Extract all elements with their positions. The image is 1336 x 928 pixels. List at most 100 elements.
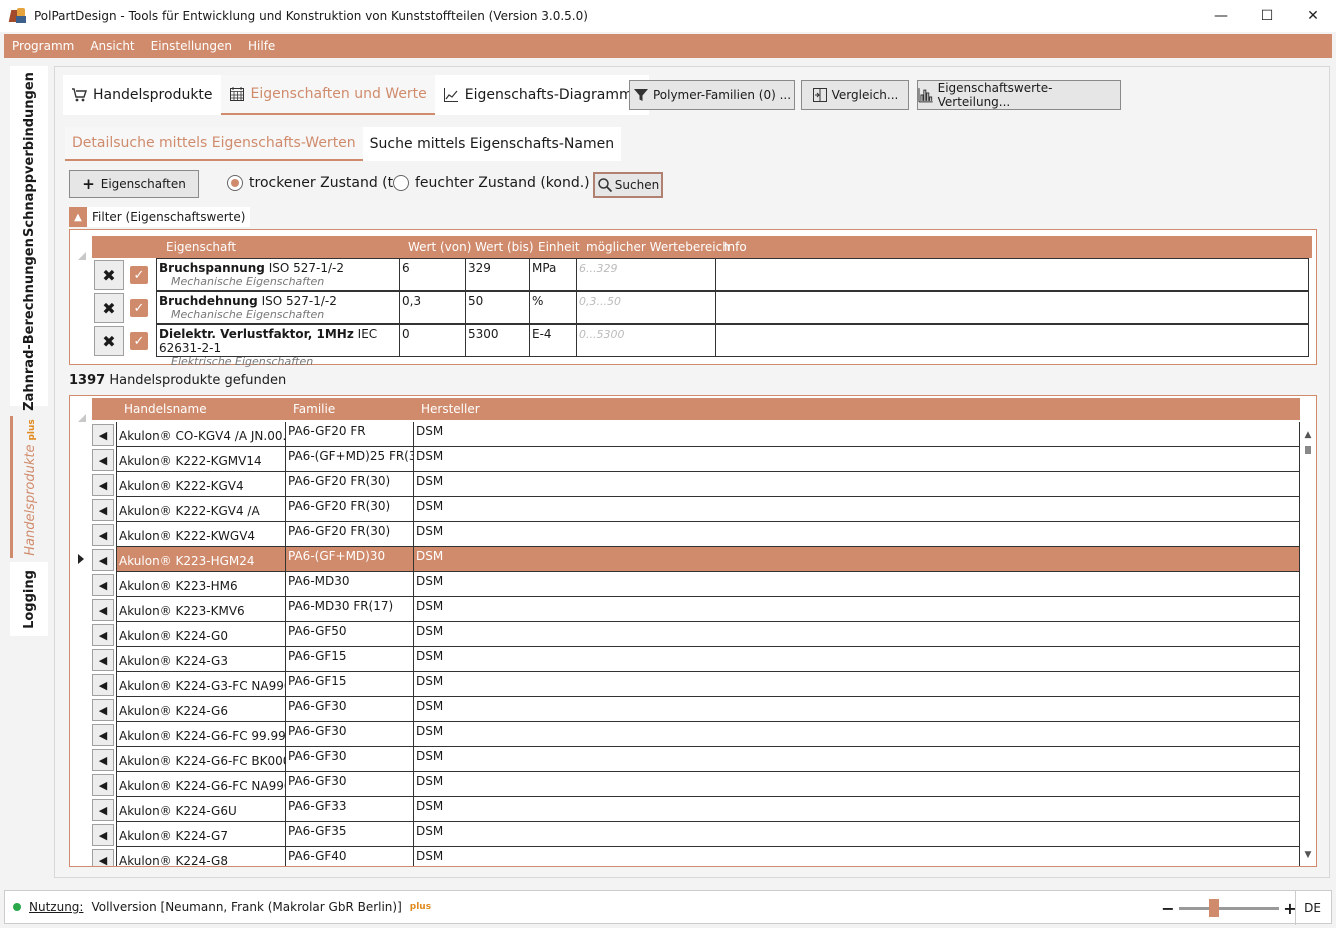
remove-filter-button[interactable]: ✖ [94,326,124,356]
value-from-cell[interactable]: 0 [399,324,465,357]
open-product-button[interactable]: ◀ [92,499,114,521]
menu-einstellungen[interactable]: Einstellungen [143,39,240,53]
table-row[interactable]: ◀ Akulon® K224-G6 PA6-GF30 DSM [92,697,1300,722]
table-row[interactable]: ◀ Akulon® CO-KGV4 /A JN.00.86 PA6-GF20 FR D… [92,422,1300,447]
menu-hilfe[interactable]: Hilfe [240,39,283,53]
zoom-slider[interactable] [1179,898,1279,917]
table-row[interactable]: ◀ Akulon® K223-HM6 PA6-MD30 DSM [92,572,1300,597]
side-tab-schnappverbindungen[interactable]: Schnappverbindungen [10,66,48,242]
menu-ansicht[interactable]: Ansicht [82,39,142,53]
open-product-button[interactable]: ◀ [92,474,114,496]
product-family-cell: PA6-GF20 FR(30) [285,497,413,522]
filter-enabled-checkbox[interactable]: ✓ [130,332,148,350]
add-properties-button[interactable]: + Eigenschaften [69,170,199,198]
scroll-down-icon[interactable]: ▼ [1302,850,1314,862]
table-row[interactable]: ◀ Akulon® K224-G6-FC BK00001PA6-GF30DSM [92,747,1300,772]
zoom-out-icon[interactable]: − [1161,899,1175,918]
info-cell [715,324,1309,357]
remove-filter-button[interactable]: ✖ [94,260,124,290]
table-row[interactable]: ◀ Akulon® K223-HGM24 PA6-(GF+MD)30 DSM [78,547,1300,572]
column-header: Wert (bis) [475,240,534,254]
table-row[interactable]: ◀ Akulon® K224-G3-FC NA99001PA6-GF15DSM [92,672,1300,697]
property-cell[interactable]: Bruchspannung ISO 527-1/-2 Mechanische E… [156,258,399,291]
button-label: Polymer-Familien (0) ... [652,88,792,102]
value-from-cell[interactable]: 6 [399,258,465,291]
side-tab-label: Logging [21,569,37,629]
radio-dry[interactable] [227,175,243,191]
open-product-button[interactable]: ◀ [92,824,114,846]
table-row[interactable]: ◀ Akulon® K222-KWGV4 PA6-GF20 FR(30) DSM [92,522,1300,547]
scroll-thumb[interactable] [1305,446,1311,454]
compare-button[interactable]: Vergleich... [801,80,909,110]
radio-wet[interactable] [393,175,409,191]
open-product-button[interactable]: ◀ [92,624,114,646]
filter-enabled-checkbox[interactable]: ✓ [130,266,148,284]
table-row[interactable]: ◀ Akulon® K224-G8 PA6-GF40 DSM [92,847,1300,866]
tab-handelsprodukte[interactable]: Handelsprodukte [63,75,221,115]
arrow-left-icon: ◀ [98,578,108,592]
tab-eigenschafts-diagramme[interactable]: Eigenschafts-Diagramme [434,75,650,115]
table-row[interactable]: ◀ Akulon® K224-G0 PA6-GF50 DSM [92,622,1300,647]
state-dry-option[interactable]: trockener Zustand (tr.) [227,175,407,191]
button-label: Suchen [614,178,660,192]
table-row[interactable]: ◀ Akulon® K222-KGMV14PA6-(GF+MD)25 FR(30)… [92,447,1300,472]
close-button[interactable]: ✕ [1290,0,1336,32]
value-to-cell[interactable]: 329 [465,258,529,291]
open-product-button[interactable]: ◀ [92,449,114,471]
zoom-slider-thumb[interactable] [1209,898,1219,917]
side-tab-logging[interactable]: Logging [10,562,48,636]
open-product-button[interactable]: ◀ [92,724,114,746]
subtab-detailsuche[interactable]: Detailsuche mittels Eigenschafts-Werten [65,127,363,161]
side-tab-handelsprodukte[interactable]: Handelsprodukte plus [10,416,48,558]
open-product-button[interactable]: ◀ [92,699,114,721]
table-row[interactable]: ◀ Akulon® K222-KGV4 /A PA6-GF20 FR(30) DSM [92,497,1300,522]
open-product-button[interactable]: ◀ [92,674,114,696]
value-to-cell[interactable]: 5300 [465,324,529,357]
open-product-button[interactable]: ◀ [92,574,114,596]
filter-enabled-checkbox[interactable]: ✓ [130,299,148,317]
table-row[interactable]: ◀ Akulon® K224-G6-FC 99.99.99PA6-GF30DSM [92,722,1300,747]
open-product-button[interactable]: ◀ [92,599,114,621]
open-product-button[interactable]: ◀ [92,749,114,771]
search-button[interactable]: Suchen [593,172,663,198]
minimize-button[interactable]: — [1198,0,1244,32]
table-row[interactable]: ◀ Akulon® K224-G3 PA6-GF15 DSM [92,647,1300,672]
property-category: Mechanische Eigenschaften [171,308,325,321]
open-product-button[interactable]: ◀ [92,849,114,866]
open-product-button[interactable]: ◀ [92,424,114,446]
collapse-filter-button[interactable]: ▲ [69,207,87,227]
column-header: Wert (von) [408,240,472,254]
product-name-cell: Akulon® K223-KMV6 [116,597,285,622]
open-product-button[interactable]: ◀ [92,524,114,546]
remove-filter-button[interactable]: ✖ [94,293,124,323]
table-row[interactable]: ◀ Akulon® K224-G6U PA6-GF33 DSM [92,797,1300,822]
open-product-button[interactable]: ◀ [92,774,114,796]
open-product-button[interactable]: ◀ [92,799,114,821]
button-label: Vergleich... [831,88,899,102]
usage-link[interactable]: Nutzung: [29,900,83,914]
table-row[interactable]: ◀ Akulon® K224-G7 PA6-GF35 DSM [92,822,1300,847]
table-row[interactable]: ◀ Akulon® K222-KGV4 PA6-GF20 FR(30) DSM [92,472,1300,497]
polymer-families-button[interactable]: Polymer-Familien (0) ... [629,80,795,110]
value-to-cell[interactable]: 50 [465,291,529,324]
scroll-up-icon[interactable]: ▲ [1302,430,1314,442]
language-indicator[interactable]: DE [1295,891,1321,925]
property-cell[interactable]: Dielektr. Verlustfaktor, 1MHz IEC 62631-… [156,324,399,368]
menu-programm[interactable]: Programm [4,39,82,53]
state-wet-option[interactable]: feuchter Zustand (kond.) [393,175,590,191]
tab-eigenschaften-und-werte[interactable]: Eigenschaften und Werte [220,75,435,115]
distribution-button[interactable]: Eigenschaftswerte-Verteilung... [917,80,1121,110]
table-row[interactable]: ◀ Akulon® K224-G6-FC NA99001PA6-GF30DSM [92,772,1300,797]
side-tab-zahnrad[interactable]: Zahnrad-Berechnungen [10,238,48,410]
product-name-cell: Akulon® K224-G6-FC NA99001 [116,772,285,797]
table-row[interactable]: ◀ Akulon® K223-KMV6 PA6-MD30 FR(17) DSM [92,597,1300,622]
open-product-button[interactable]: ◀ [92,549,114,571]
product-maker-cell: DSM [413,447,1300,472]
open-product-button[interactable]: ◀ [92,649,114,671]
subtab-namenssuche[interactable]: Suche mittels Eigenschafts-Namen [363,127,621,161]
property-cell[interactable]: Bruchdehnung ISO 527-1/-2 Mechanische Ei… [156,291,399,324]
value-from-cell[interactable]: 0,3 [399,291,465,324]
arrow-left-icon: ◀ [98,653,108,667]
vertical-scrollbar[interactable]: ▲ ▼ [1302,430,1314,862]
maximize-button[interactable]: ☐ [1244,0,1290,32]
